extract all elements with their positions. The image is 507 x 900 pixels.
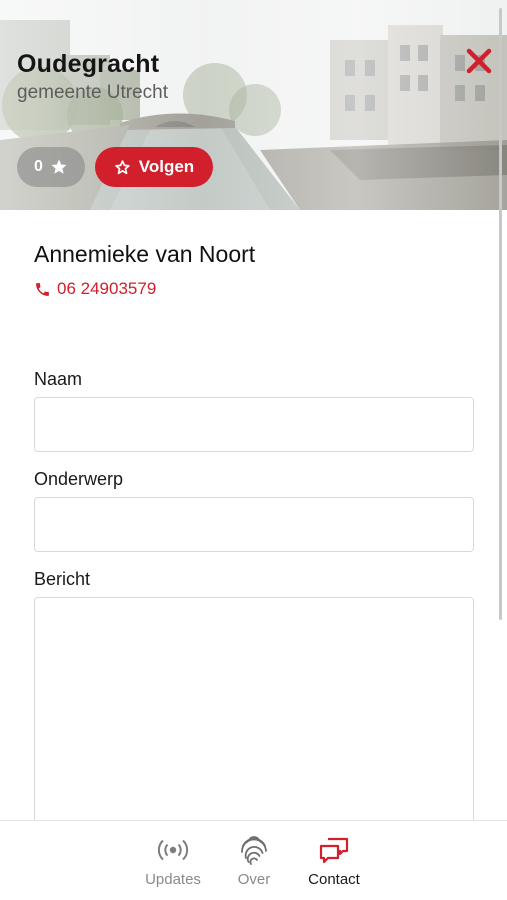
header-banner: Oudegracht gemeente Utrecht 0 Volgen (0, 0, 507, 210)
nav-item-updates[interactable]: Updates (133, 821, 213, 900)
contact-name: Annemieke van Noort (34, 241, 256, 267)
phone-icon (36, 282, 49, 296)
follower-count-badge: 0 (17, 147, 85, 187)
name-label: Naam (34, 369, 83, 389)
star-icon (51, 159, 67, 174)
follower-count: 0 (34, 158, 43, 175)
contact-phone-link[interactable]: 06 24903579 (34, 279, 156, 299)
name-input[interactable] (34, 397, 474, 452)
follow-button-label: Volgen (138, 157, 195, 176)
nav-label-updates: Updates (145, 871, 201, 888)
nav-label-over: Over (237, 871, 271, 888)
chat-bubbles-icon (319, 837, 349, 864)
page-title: Oudegracht (17, 50, 160, 78)
contact-phone-number: 06 24903579 (57, 279, 157, 298)
close-button[interactable] (462, 44, 496, 78)
subject-input[interactable] (34, 497, 474, 552)
nav-label-contact: Contact (308, 871, 360, 888)
star-outline-icon (115, 159, 130, 174)
subject-label: Onderwerp (34, 469, 124, 489)
nav-item-contact[interactable]: Contact (294, 821, 374, 900)
broadcast-icon (157, 839, 189, 861)
page-subtitle: gemeente Utrecht (17, 82, 169, 103)
fingerprint-icon (241, 836, 267, 865)
follow-button[interactable]: Volgen (95, 147, 213, 187)
scrollbar[interactable] (499, 8, 502, 620)
nav-item-over[interactable]: Over (214, 821, 294, 900)
message-label: Bericht (34, 569, 91, 589)
message-textarea[interactable] (34, 597, 474, 837)
bottom-navigation: Updates Over Contact (0, 820, 507, 900)
close-icon (466, 48, 492, 74)
